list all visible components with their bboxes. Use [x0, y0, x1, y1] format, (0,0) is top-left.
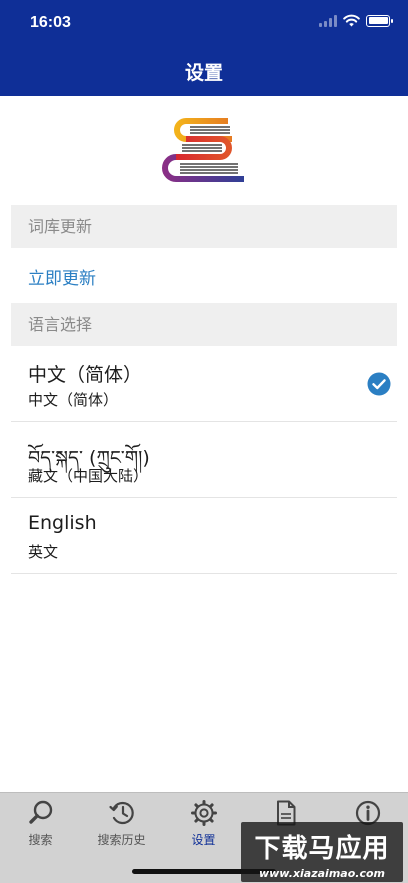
tab-label: 搜索历史: [97, 833, 146, 847]
gear-icon: [190, 800, 217, 826]
tab-search[interactable]: 搜索: [0, 799, 81, 855]
navigation-header: 16:03 设置: [0, 0, 408, 96]
update-now-button[interactable]: 立即更新: [28, 264, 96, 289]
history-icon: [108, 801, 134, 825]
section-header-language-select: 语言选择: [11, 303, 397, 346]
tab-label: 设置: [191, 833, 216, 847]
watermark-text: 下载马应用: [254, 834, 390, 864]
language-subtitle: 英文: [28, 543, 59, 561]
tab-search-history[interactable]: 搜索历史: [81, 799, 162, 855]
watermark: 下载马应用 www.xiazaimao.com: [241, 822, 403, 882]
tab-settings[interactable]: 设置: [163, 799, 244, 855]
watermark-url: www.xiazaimao.com: [258, 867, 385, 880]
search-icon: [28, 800, 52, 824]
battery-icon: [366, 14, 393, 27]
language-option-english[interactable]: English 英文: [11, 498, 397, 574]
language-subtitle: 藏文（中国大陆）: [28, 467, 149, 485]
language-option-chinese[interactable]: 中文（简体） 中文（简体）: [11, 346, 397, 422]
tab-label: 搜索: [28, 833, 53, 847]
status-time: 16:03: [30, 14, 71, 31]
language-subtitle: 中文（简体）: [28, 391, 119, 409]
status-icons: [319, 14, 393, 27]
language-name: 中文（简体）: [28, 364, 143, 386]
section-header-dictionary-update: 词库更新: [11, 205, 397, 248]
language-option-tibetan[interactable]: བོད་སྐད་ (ཀྲུང་གོ།) 藏文（中国大陆）: [11, 422, 397, 498]
cellular-signal-icon: [319, 14, 337, 27]
language-name: English: [28, 512, 97, 534]
checkmark-icon: [367, 372, 391, 396]
wifi-icon: [343, 14, 360, 27]
app-logo: [162, 118, 244, 182]
page-title: 设置: [184, 62, 223, 84]
